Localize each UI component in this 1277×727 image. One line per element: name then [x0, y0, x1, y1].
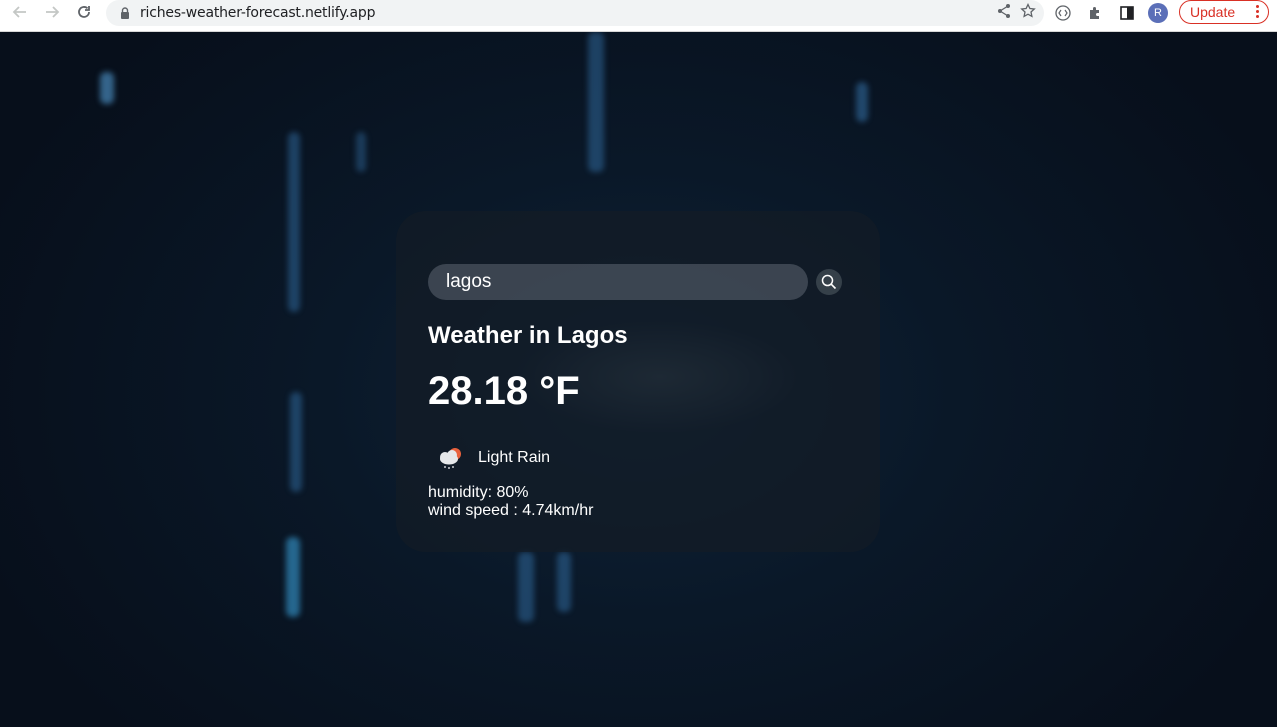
rain-streak: [290, 392, 302, 492]
temperature: 28.18 °F: [428, 369, 580, 413]
lock-icon[interactable]: [118, 6, 132, 20]
rain-streak: [356, 132, 366, 172]
rain-streak: [288, 132, 300, 312]
profile-initial: R: [1154, 7, 1162, 19]
weather-description-row: Light Rain: [436, 443, 550, 473]
reload-icon[interactable]: [72, 0, 96, 24]
weather-card: Weather in Lagos 28.18 °F Light Rain hum…: [396, 211, 880, 552]
bookmark-star-icon[interactable]: [1020, 2, 1036, 24]
address-bar[interactable]: riches-weather-forecast.netlify.app: [106, 0, 1044, 26]
update-button[interactable]: Update: [1179, 0, 1269, 24]
rain-streak: [100, 72, 114, 104]
forward-icon[interactable]: [40, 0, 64, 24]
humidity: humidity: 80%: [428, 484, 529, 501]
search-bar: [428, 264, 842, 300]
search-input[interactable]: [428, 264, 808, 300]
back-icon[interactable]: [8, 0, 32, 24]
rain-streak: [518, 552, 534, 622]
wind-speed: wind speed : 4.74km/hr: [428, 502, 594, 519]
menu-dots-icon[interactable]: [1256, 5, 1260, 19]
side-panel-icon[interactable]: [1116, 2, 1138, 24]
search-button[interactable]: [816, 269, 842, 295]
extension-code-icon[interactable]: [1052, 2, 1074, 24]
profile-avatar[interactable]: R: [1148, 3, 1168, 23]
rain-streak: [286, 537, 300, 617]
weather-description: Light Rain: [478, 449, 551, 466]
page-background: Weather in Lagos 28.18 °F Light Rain hum…: [0, 32, 1277, 727]
extensions-puzzle-icon[interactable]: [1084, 2, 1106, 24]
rain-streak: [557, 552, 571, 612]
search-icon: [821, 274, 837, 290]
update-label: Update: [1190, 4, 1236, 20]
cloud-rain-sun-icon: [440, 448, 461, 469]
city-heading: Weather in Lagos: [428, 322, 628, 349]
share-icon[interactable]: [996, 3, 1012, 24]
url-text: riches-weather-forecast.netlify.app: [140, 5, 376, 21]
browser-toolbar: riches-weather-forecast.netlify.app R Up…: [0, 0, 1277, 32]
rain-streak: [856, 82, 868, 122]
rain-streak: [588, 32, 604, 172]
